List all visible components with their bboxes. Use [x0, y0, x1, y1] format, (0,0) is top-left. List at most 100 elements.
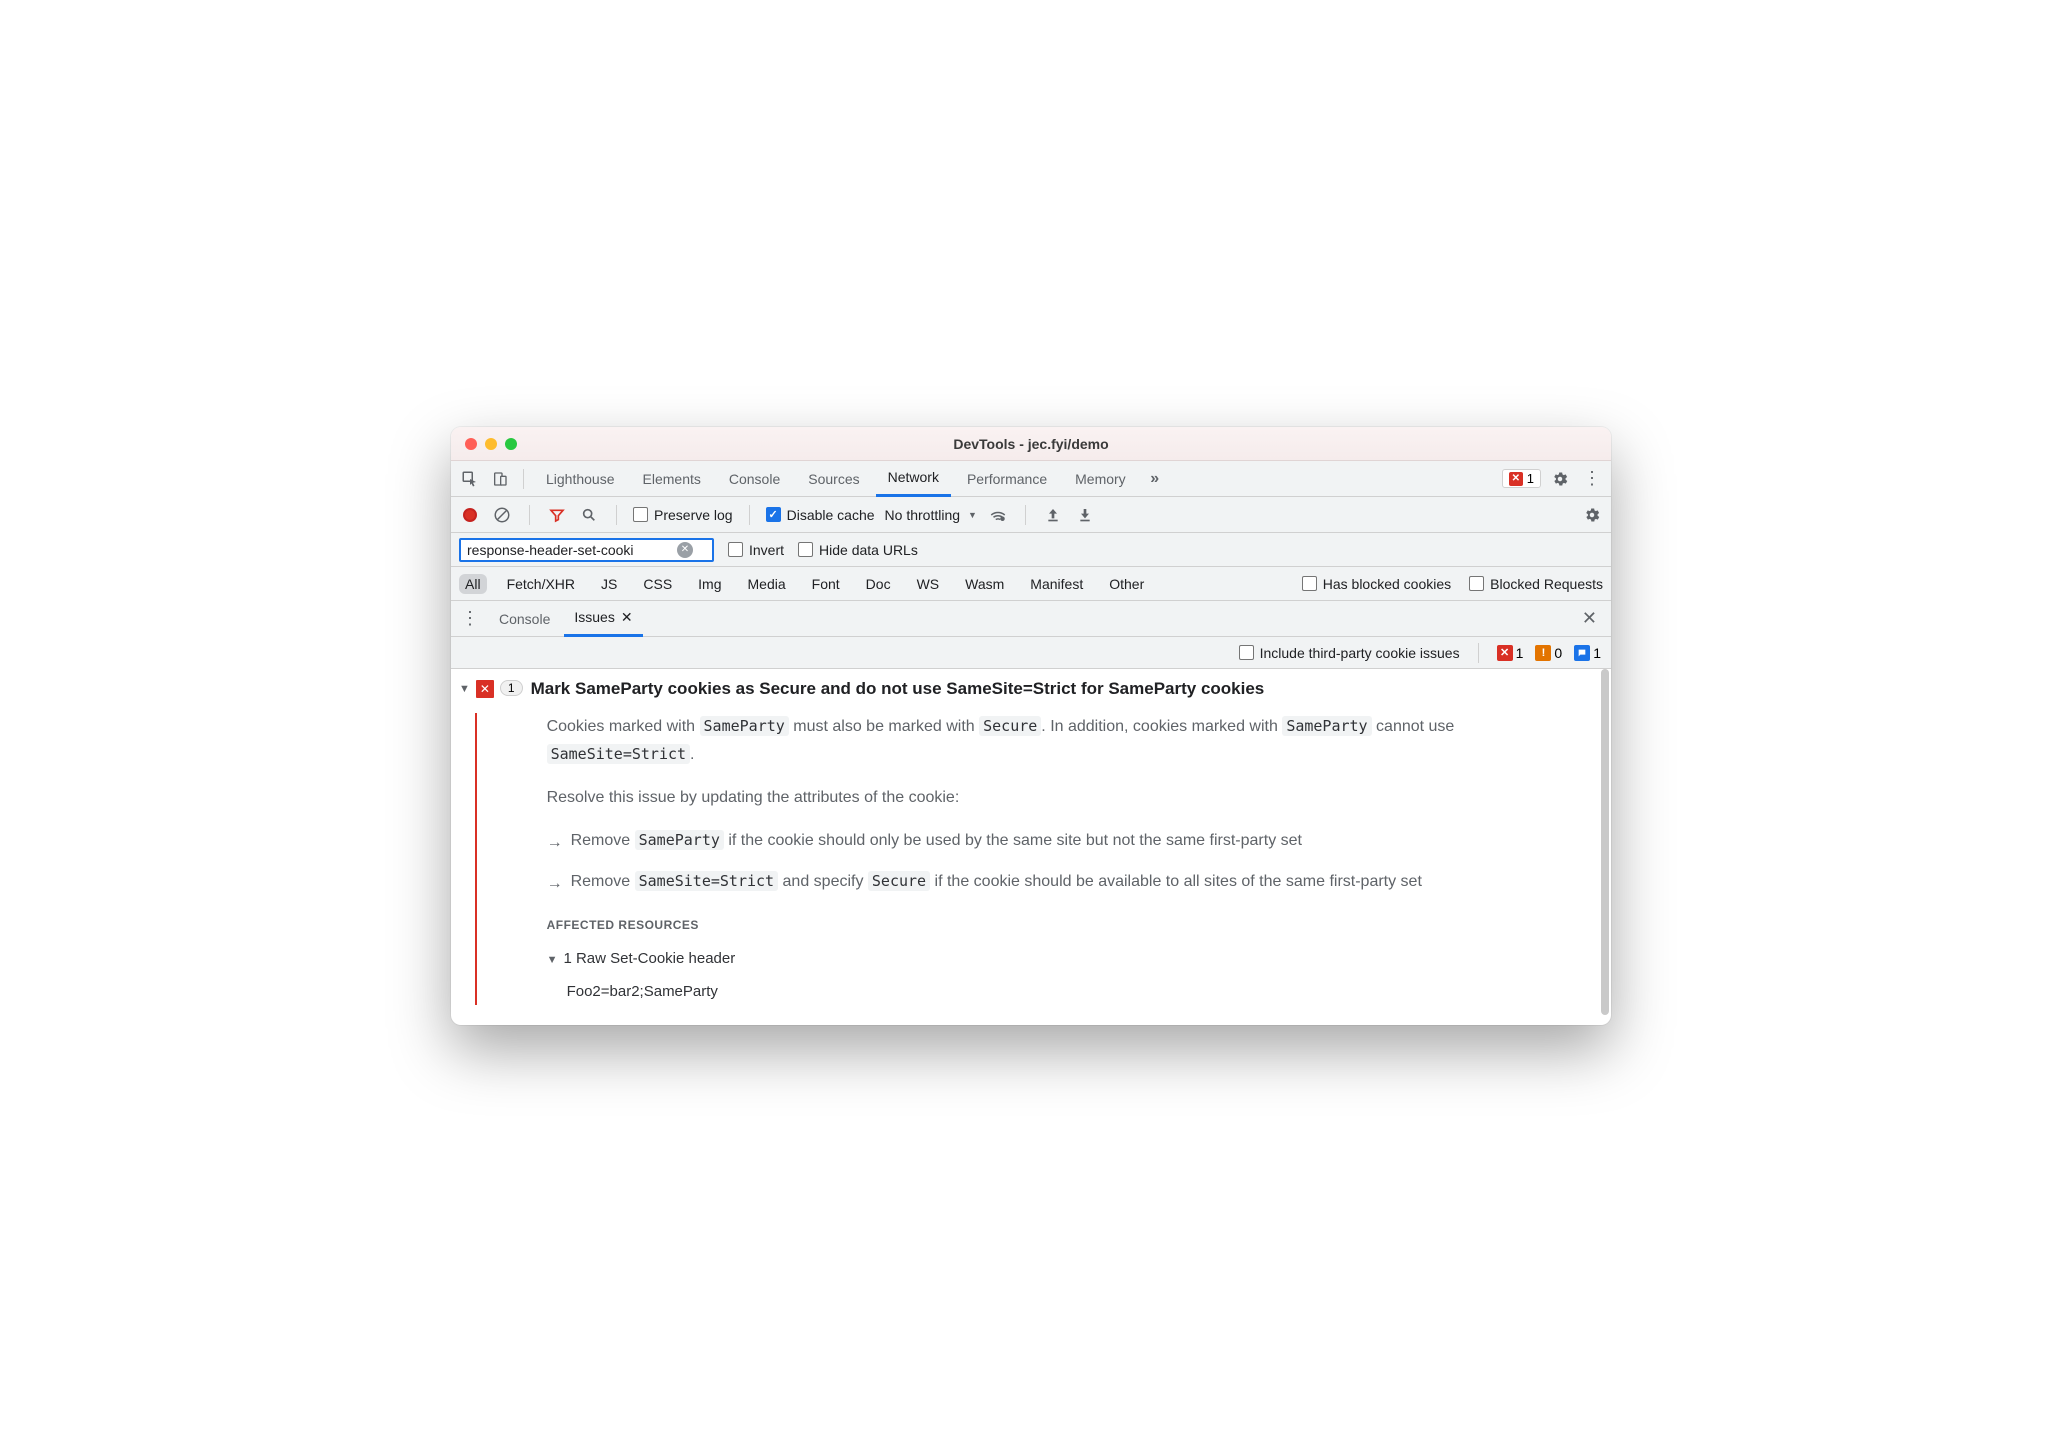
throttling-value: No throttling [885, 507, 960, 523]
scrollbar[interactable] [1601, 669, 1609, 1014]
type-all[interactable]: All [459, 574, 487, 594]
include-third-party-checkbox[interactable]: Include third-party cookie issues [1239, 645, 1460, 661]
checkbox-icon [728, 542, 743, 557]
blocked-requests-checkbox[interactable]: Blocked Requests [1469, 576, 1603, 592]
settings-gear-icon[interactable] [1547, 466, 1573, 492]
filter-input-wrapper[interactable]: ✕ [459, 538, 714, 562]
type-wasm[interactable]: Wasm [959, 574, 1010, 594]
preserve-log-checkbox[interactable]: Preserve log [633, 507, 733, 523]
type-doc[interactable]: Doc [860, 574, 897, 594]
tab-console[interactable]: Console [717, 461, 792, 497]
type-fetch-xhr[interactable]: Fetch/XHR [501, 574, 581, 594]
main-tab-strip: Lighthouse Elements Console Sources Netw… [451, 461, 1611, 497]
warning-issues-count[interactable]: ! 0 [1535, 645, 1562, 661]
filter-input[interactable] [467, 542, 677, 558]
drawer-menu-icon[interactable]: ⋮ [459, 608, 481, 630]
clear-filter-icon[interactable]: ✕ [677, 542, 693, 558]
issue-main: Mark SameParty cookies as Secure and do … [531, 679, 1597, 1004]
expand-toggle-icon[interactable]: ▼ [547, 951, 558, 970]
tab-lighthouse[interactable]: Lighthouse [534, 461, 627, 497]
blocked-requests-label: Blocked Requests [1490, 576, 1603, 592]
checkbox-icon [1239, 645, 1254, 660]
error-count-badge[interactable]: ✕ 1 [1502, 469, 1541, 488]
issue-error-icon: ✕ [476, 680, 494, 698]
clear-button[interactable] [491, 504, 513, 526]
issue-suggestion-1: → Remove SameParty if the cookie should … [547, 827, 1597, 856]
invert-checkbox[interactable]: Invert [728, 542, 784, 558]
type-filter-row: All Fetch/XHR JS CSS Img Media Font Doc … [451, 567, 1611, 601]
separator [1478, 643, 1479, 663]
filter-row: ✕ Invert Hide data URLs [451, 533, 1611, 567]
record-button[interactable] [459, 504, 481, 526]
kebab-menu-icon[interactable]: ⋮ [1579, 466, 1605, 492]
upload-har-icon[interactable] [1042, 504, 1064, 526]
has-blocked-cookies-checkbox[interactable]: Has blocked cookies [1302, 576, 1451, 592]
checkbox-icon [1469, 576, 1484, 591]
drawer-close-icon[interactable]: ✕ [1576, 608, 1603, 629]
invert-label: Invert [749, 542, 784, 558]
type-manifest[interactable]: Manifest [1024, 574, 1089, 594]
type-other[interactable]: Other [1103, 574, 1150, 594]
issue-occurrence-count: 1 [500, 680, 523, 696]
info-icon [1574, 645, 1590, 661]
separator [616, 505, 617, 525]
separator [529, 505, 530, 525]
issue-title: Mark SameParty cookies as Secure and do … [531, 679, 1597, 699]
code-sameparty: SameParty [635, 830, 724, 850]
preserve-log-label: Preserve log [654, 507, 733, 523]
issue-content: Cookies marked with SameParty must also … [475, 713, 1597, 1004]
tab-network[interactable]: Network [876, 461, 951, 497]
code-sameparty: SameParty [1282, 716, 1371, 736]
type-ws[interactable]: WS [911, 574, 946, 594]
checkbox-icon [798, 542, 813, 557]
arrow-icon: → [547, 829, 563, 856]
drawer-tab-strip: ⋮ Console Issues ✕ ✕ [451, 601, 1611, 637]
hide-data-urls-checkbox[interactable]: Hide data URLs [798, 542, 918, 558]
checkbox-icon [1302, 576, 1317, 591]
error-icon: ✕ [1509, 472, 1523, 486]
filter-icon[interactable] [546, 504, 568, 526]
tab-sources[interactable]: Sources [796, 461, 871, 497]
error-issues-count[interactable]: ✕ 1 [1497, 645, 1524, 661]
device-toolbar-icon[interactable] [487, 466, 513, 492]
issue-description: Cookies marked with SameParty must also … [547, 713, 1597, 1004]
separator [523, 469, 524, 489]
separator [749, 505, 750, 525]
type-css[interactable]: CSS [637, 574, 678, 594]
error-icon: ✕ [1497, 645, 1513, 661]
type-js[interactable]: JS [595, 574, 623, 594]
drawer-tab-issues[interactable]: Issues ✕ [564, 601, 642, 637]
issue-resolve-text: Resolve this issue by updating the attri… [547, 784, 1597, 811]
close-tab-icon[interactable]: ✕ [621, 609, 633, 626]
affected-resources-label: AFFECTED RESOURCES [547, 915, 1597, 935]
tab-elements[interactable]: Elements [631, 461, 713, 497]
drawer-tab-console[interactable]: Console [489, 601, 560, 637]
more-tabs-icon[interactable]: » [1142, 466, 1168, 492]
issues-toolbar: Include third-party cookie issues ✕ 1 ! … [451, 637, 1611, 669]
code-secure: Secure [979, 716, 1041, 736]
network-conditions-icon[interactable] [987, 504, 1009, 526]
type-font[interactable]: Font [806, 574, 846, 594]
window-title: DevTools - jec.fyi/demo [451, 436, 1611, 452]
network-settings-icon[interactable] [1581, 504, 1603, 526]
tab-memory[interactable]: Memory [1063, 461, 1138, 497]
type-img[interactable]: Img [692, 574, 727, 594]
search-icon[interactable] [578, 504, 600, 526]
hide-data-urls-label: Hide data URLs [819, 542, 918, 558]
download-har-icon[interactable] [1074, 504, 1096, 526]
issue-suggestion-2: → Remove SameSite=Strict and specify Sec… [547, 868, 1597, 897]
separator [1025, 505, 1026, 525]
tab-performance[interactable]: Performance [955, 461, 1059, 497]
info-issues-count[interactable]: 1 [1574, 645, 1601, 661]
error-count: 1 [1527, 471, 1534, 486]
affected-resource-header[interactable]: ▼ 1 Raw Set-Cookie header [547, 946, 1597, 972]
checkbox-checked-icon [766, 507, 781, 522]
throttling-dropdown[interactable]: No throttling ▼ [885, 507, 977, 523]
code-sameparty: SameParty [700, 716, 789, 736]
expand-toggle-icon[interactable]: ▼ [459, 683, 470, 695]
type-media[interactable]: Media [742, 574, 792, 594]
disable-cache-checkbox[interactable]: Disable cache [766, 507, 875, 523]
inspect-element-icon[interactable] [457, 466, 483, 492]
warning-icon: ! [1535, 645, 1551, 661]
affected-resource-value: Foo2=bar2;SameParty [567, 979, 1597, 1005]
